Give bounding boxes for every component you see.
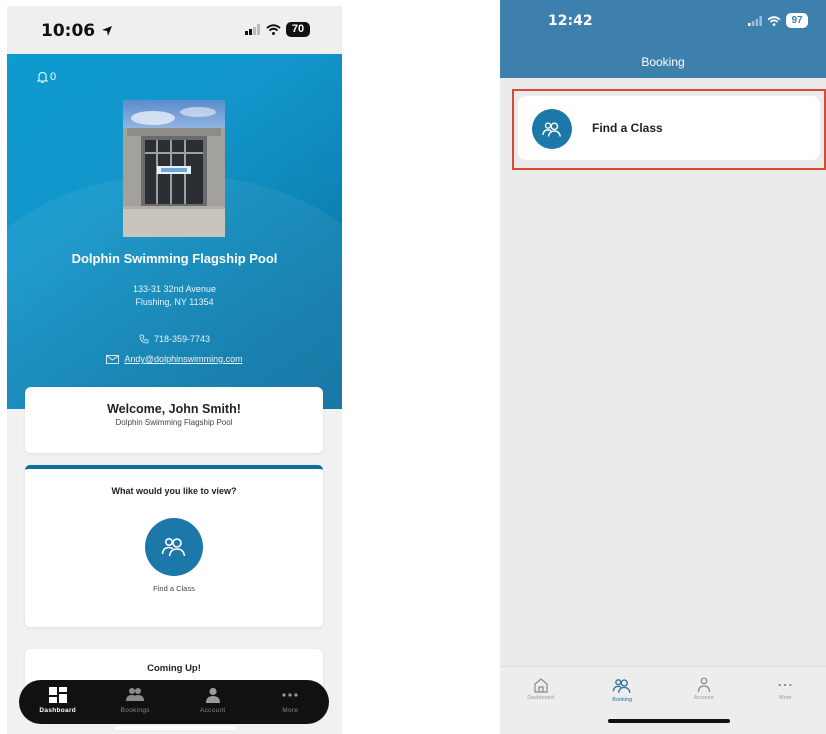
notifications[interactable]: 0 (37, 71, 56, 83)
email-address: Andy@dolphinswimming.com (124, 354, 243, 364)
page-title: Booking (641, 55, 685, 69)
view-options-title: What would you like to view? (111, 486, 237, 496)
notification-count: 0 (50, 71, 57, 83)
dashboard-icon (48, 687, 67, 703)
tab-dashboard-label: Dashboard (39, 707, 77, 714)
battery-indicator: 70 (286, 22, 310, 37)
home-indicator (115, 726, 235, 730)
home-indicator (608, 719, 730, 723)
dashboard-screen: 10:06 70 0 Dolphin Swimming Flagship Poo… (7, 6, 342, 734)
welcome-title: Welcome, John Smith! (107, 402, 241, 416)
tab-dashboard[interactable]: Dashboard (19, 680, 97, 724)
pool-name: Dolphin Swimming Flagship Pool (71, 251, 278, 266)
booking-header: 12:42 97 Booking (500, 0, 826, 78)
tab-account[interactable]: Account (174, 680, 252, 724)
welcome-card: Welcome, John Smith! Dolphin Swimming Fl… (25, 387, 323, 453)
home-icon (534, 678, 548, 693)
tab-bookings-label: Bookings (120, 707, 150, 714)
tab-account[interactable]: Account (663, 667, 745, 734)
phone-icon (139, 334, 149, 344)
status-time: 12:42 (548, 13, 593, 29)
signal-icon (748, 15, 762, 26)
address-line-1: 133-31 32nd Avenue (133, 284, 216, 294)
booking-icon (612, 679, 631, 693)
bookings-icon (126, 688, 145, 701)
find-class-button[interactable] (145, 518, 203, 576)
envelope-icon (106, 354, 120, 364)
address-line-2: Flushing, NY 11354 (135, 297, 214, 307)
location-arrow-icon (102, 26, 113, 36)
status-bar: 10:06 70 (7, 6, 342, 54)
signal-icon (245, 24, 260, 35)
tab-more-label: More (282, 707, 299, 714)
status-icons: 70 (245, 22, 310, 37)
email-link[interactable]: Andy@dolphinswimming.com (7, 354, 342, 364)
tab-booking[interactable]: Booking (582, 667, 664, 734)
status-time: 10:06 (41, 21, 113, 41)
welcome-subtitle: Dolphin Swimming Flagship Pool (115, 418, 233, 427)
find-class-label: Find a Class (153, 584, 195, 593)
view-options-card: What would you like to view? Find a Clas… (25, 465, 323, 627)
tab-dashboard[interactable]: Dashboard (500, 667, 582, 734)
pool-building-photo (123, 100, 225, 237)
tab-booking-label: Booking (612, 697, 633, 703)
bottom-tab-bar: Dashboard Bookings Account More (19, 680, 329, 724)
wifi-icon (767, 15, 781, 26)
tab-dashboard-label: Dashboard (527, 695, 555, 701)
tab-account-label: Account (199, 707, 226, 714)
battery-indicator: 97 (786, 13, 808, 28)
more-icon (778, 683, 792, 687)
status-icons: 97 (748, 13, 808, 28)
phone-number: 718-359-7743 (153, 334, 211, 344)
bottom-tab-bar: Dashboard Booking Account More (500, 666, 826, 734)
tab-bookings[interactable]: Bookings (97, 680, 175, 724)
phone-link[interactable]: 718-359-7743 (7, 334, 342, 344)
tab-more-label: More (778, 695, 792, 701)
coming-up-title: Coming Up! (147, 663, 201, 674)
wifi-icon (266, 24, 281, 35)
account-icon (205, 687, 220, 703)
booking-screen: 12:42 97 Booking Find a Class Dashboard … (500, 0, 826, 734)
tab-account-label: Account (693, 695, 714, 701)
more-icon (282, 693, 298, 697)
tab-more[interactable]: More (745, 667, 826, 734)
highlight-box (512, 89, 826, 170)
bell-icon (37, 71, 48, 83)
people-icon (161, 537, 186, 557)
account-icon (697, 677, 710, 693)
tab-more[interactable]: More (252, 680, 330, 724)
